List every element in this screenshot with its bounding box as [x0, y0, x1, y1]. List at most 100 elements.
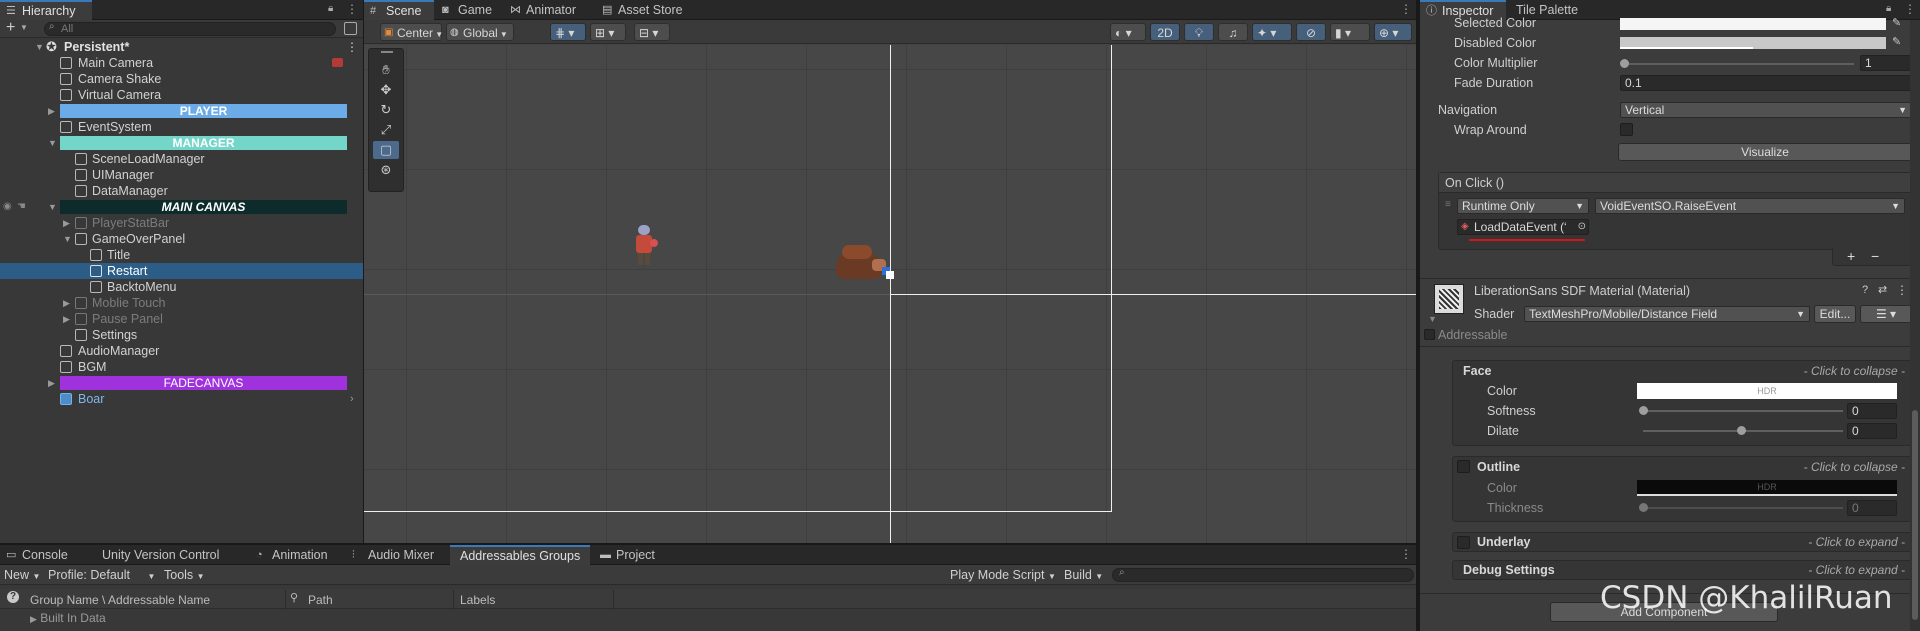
tab-version-control[interactable]: Unity Version Control: [80, 545, 250, 565]
list-item-scene[interactable]: ▼ ✪ Persistent* ⋮: [0, 39, 363, 55]
list-item[interactable]: Camera Shake: [0, 71, 363, 87]
hand-tool-icon[interactable]: ✋︎: [373, 61, 399, 79]
search-input[interactable]: ⌕: [1112, 567, 1414, 582]
visualize-button[interactable]: Visualize: [1618, 143, 1912, 161]
lighting-toggle[interactable]: 💡︎: [1184, 23, 1214, 41]
softness-field[interactable]: 0: [1847, 403, 1897, 419]
scene-visibility-icon[interactable]: [344, 22, 357, 35]
fold-arrow-icon[interactable]: ▶: [30, 614, 37, 624]
list-item[interactable]: ▶ PlayerStatBar: [0, 215, 363, 231]
face-color-swatch[interactable]: HDR: [1637, 383, 1897, 399]
list-item[interactable]: ▶ Pause Panel: [0, 311, 363, 327]
scrollbar-thumb[interactable]: [1912, 410, 1918, 620]
tools-dropdown[interactable]: Tools ▼: [164, 565, 205, 585]
list-item[interactable]: Virtual Camera: [0, 87, 363, 103]
help-icon[interactable]: ?: [1862, 284, 1868, 296]
chevron-down-icon[interactable]: ▼: [20, 23, 28, 32]
object-picker-icon[interactable]: ⊙: [1578, 220, 1586, 234]
selected-color-swatch[interactable]: [1620, 18, 1886, 30]
debug-settings-section[interactable]: Debug Settings - Click to expand -: [1452, 560, 1912, 580]
column-header[interactable]: Path: [304, 590, 454, 610]
softness-slider[interactable]: [1643, 410, 1843, 412]
face-label[interactable]: Face: [1463, 364, 1492, 378]
remove-icon[interactable]: −: [1871, 248, 1879, 264]
search-input[interactable]: ⌕ All: [44, 21, 336, 36]
build-dropdown[interactable]: Build ▼: [1064, 565, 1103, 585]
list-item-manager-band[interactable]: ▼ MANAGER: [0, 135, 363, 151]
list-item[interactable]: SceneLoadManager: [0, 151, 363, 167]
fold-arrow-icon[interactable]: ▼: [35, 39, 44, 55]
inspector-scrollbar[interactable]: [1910, 20, 1920, 631]
tab-audio-mixer[interactable]: ⫶ Audio Mixer: [346, 545, 454, 565]
fold-arrow-icon[interactable]: ▶: [63, 295, 70, 311]
play-mode-script-dropdown[interactable]: Play Mode Script ▼: [950, 565, 1056, 585]
transform-tool-icon[interactable]: ⊛: [373, 161, 399, 179]
lock-icon[interactable]: 🔒︎: [1886, 3, 1891, 14]
tab-scene[interactable]: # Scene: [364, 0, 434, 20]
visibility-toggle[interactable]: ⊘: [1296, 23, 1326, 41]
boar-sprite[interactable]: [834, 243, 894, 285]
disabled-color-swatch[interactable]: [1620, 37, 1886, 49]
player-sprite[interactable]: [630, 225, 660, 269]
wrap-around-checkbox[interactable]: [1620, 123, 1633, 136]
list-item[interactable]: ▶ Moblie Touch: [0, 295, 363, 311]
navigation-dropdown[interactable]: Vertical ▼: [1620, 102, 1912, 118]
snap-increment-button[interactable]: ⊞ ▾: [590, 23, 626, 41]
addressable-checkbox[interactable]: [1424, 329, 1435, 340]
color-multiplier-field[interactable]: 1: [1860, 55, 1912, 71]
preset-icon[interactable]: ⇄: [1878, 283, 1887, 296]
fade-duration-field[interactable]: 0.1: [1620, 75, 1912, 91]
rect-tool-icon[interactable]: ▢: [373, 141, 399, 159]
camera-settings-button[interactable]: ▮ ▾: [1330, 23, 1370, 41]
fold-arrow-icon[interactable]: ▼: [1428, 314, 1437, 324]
shader-dropdown[interactable]: TextMeshPro/Mobile/Distance Field ▼: [1524, 306, 1810, 322]
function-dropdown[interactable]: VoidEventSO.RaiseEvent ▼: [1595, 198, 1905, 214]
outline-color-swatch[interactable]: HDR: [1637, 480, 1897, 496]
tab-console[interactable]: ▭ Console: [0, 545, 80, 565]
tab-animator[interactable]: ⋈ Animator: [504, 0, 594, 20]
more-menu-icon[interactable]: ⋮: [346, 39, 358, 55]
grid-snap-button[interactable]: ⋕ ▾: [550, 23, 586, 41]
eyedropper-icon[interactable]: ✎: [1892, 35, 1901, 48]
outline-label[interactable]: Outline: [1477, 460, 1520, 474]
pivot-dropdown[interactable]: ▣ Center ▼: [380, 23, 443, 41]
slider-knob[interactable]: [1620, 59, 1629, 68]
collapse-hint[interactable]: - Click to collapse -: [1804, 460, 1905, 474]
rotate-tool-icon[interactable]: ↻: [373, 101, 399, 119]
tab-addressables-groups[interactable]: Addressables Groups: [450, 545, 590, 565]
more-menu-icon[interactable]: ⋮: [1896, 283, 1908, 297]
list-item[interactable]: EventSystem: [0, 119, 363, 135]
slider-knob[interactable]: [1639, 503, 1648, 512]
slider-knob[interactable]: [1737, 426, 1746, 435]
list-item[interactable]: BGM: [0, 359, 363, 375]
eye-icon[interactable]: ◉: [3, 199, 12, 215]
list-item[interactable]: AudioManager: [0, 343, 363, 359]
target-object-field[interactable]: ◈ LoadDataEvent (‘ ⊙: [1457, 219, 1589, 235]
fold-arrow-icon[interactable]: ▼: [48, 135, 57, 151]
underlay-section[interactable]: Underlay - Click to expand -: [1452, 532, 1912, 552]
tab-animation[interactable]: ◔ Animation: [250, 545, 346, 565]
eyedropper-icon[interactable]: ✎: [1892, 16, 1901, 29]
move-tool-icon[interactable]: ✥: [373, 81, 399, 99]
fold-arrow-icon[interactable]: ▶: [48, 103, 55, 119]
list-item-prefab[interactable]: Boar ›: [0, 391, 363, 407]
2d-toggle[interactable]: 2D: [1150, 23, 1180, 41]
list-item[interactable]: Main Camera: [0, 55, 363, 71]
slider-knob[interactable]: [1639, 406, 1648, 415]
scene-viewport[interactable]: ✋︎ ✥ ↻ ⤢ ▢ ⊛: [364, 45, 1416, 543]
fold-arrow-icon[interactable]: ▶: [48, 375, 55, 391]
more-menu-icon[interactable]: ⋮: [1400, 547, 1412, 561]
table-row[interactable]: ▶ Built In Data: [30, 610, 106, 626]
fold-arrow-icon[interactable]: ▶: [63, 215, 70, 231]
dilate-field[interactable]: 0: [1847, 423, 1897, 439]
color-multiplier-slider[interactable]: [1624, 63, 1854, 65]
drag-handle-icon[interactable]: ≡: [1445, 199, 1451, 210]
thickness-slider[interactable]: [1643, 507, 1843, 509]
help-icon[interactable]: ?: [7, 591, 19, 603]
add-icon[interactable]: +: [6, 19, 15, 37]
list-item-selected[interactable]: Restart: [0, 263, 363, 279]
lock-icon[interactable]: 🔒︎: [328, 3, 333, 14]
list-item-player-band[interactable]: ▶ PLAYER: [0, 103, 363, 119]
gizmos-button[interactable]: ⊕ ▾: [1374, 23, 1412, 41]
drag-handle-icon[interactable]: [381, 51, 393, 53]
